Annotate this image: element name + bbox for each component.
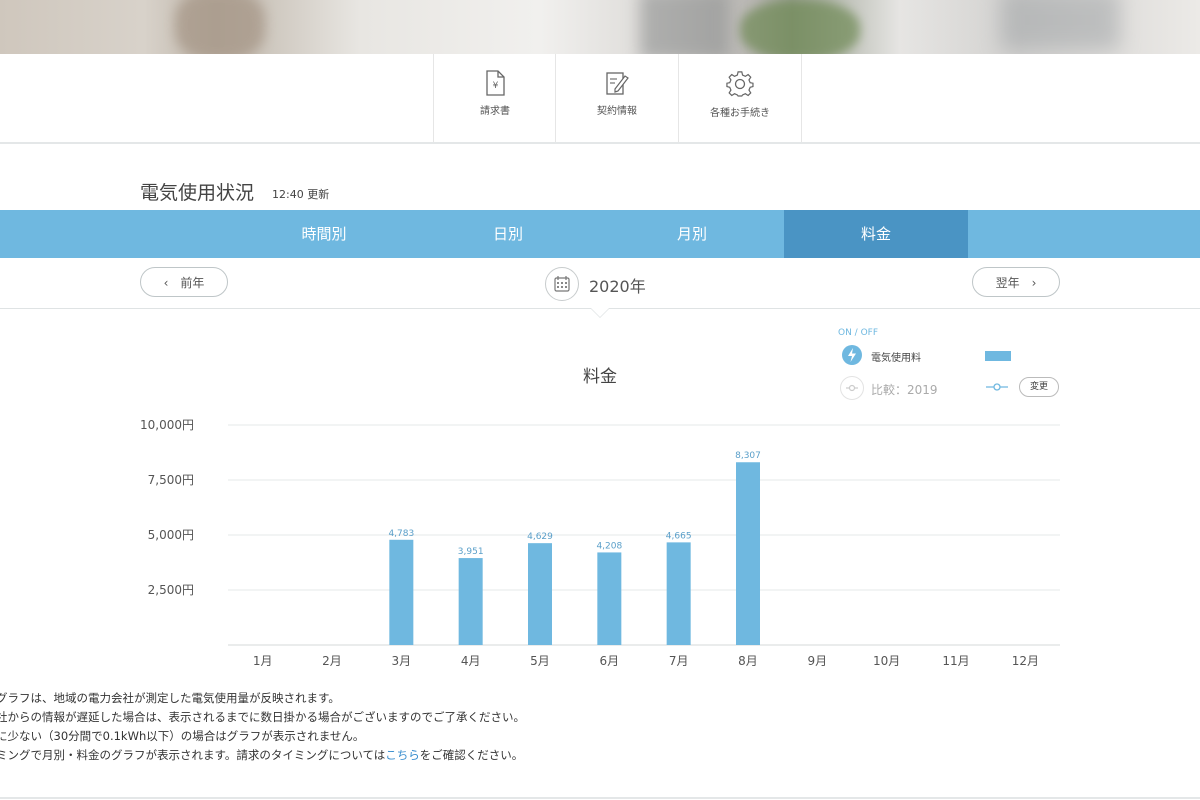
- menu-item-invoice[interactable]: ¥ 請求書: [433, 54, 556, 142]
- billing-timing-link[interactable]: こちら: [385, 748, 420, 762]
- note-line: に少ない（30分間で0.1kWh以下）の場合はグラフが表示されません。: [0, 729, 365, 743]
- x-tick-label: 6月: [600, 654, 620, 668]
- contract-edit-icon: [606, 72, 629, 95]
- bar: [458, 558, 483, 645]
- yen-document-icon: ¥: [486, 70, 505, 96]
- tab-hourly[interactable]: 時間別: [232, 210, 416, 258]
- x-tick-label: 10月: [873, 654, 900, 668]
- menu-item-procedures[interactable]: 各種お手続き: [678, 54, 802, 142]
- svg-text:¥: ¥: [493, 81, 499, 91]
- bar: [528, 543, 552, 645]
- tab-bar: 時間別 日別 月別 料金: [0, 210, 1200, 258]
- y-tick-label: 10,000円: [140, 418, 194, 432]
- menu-item-contract[interactable]: 契約情報: [555, 54, 678, 142]
- prev-year-label: 前年: [180, 276, 205, 290]
- data-label: 4,783: [388, 529, 414, 539]
- data-label: 3,951: [458, 547, 484, 557]
- x-tick-label: 11月: [942, 654, 969, 668]
- data-label: 4,208: [596, 541, 622, 551]
- charges-bar-chart: 10,000円 7,500円 5,000円 2,500円 1月 2月 3月 4,783 4月 3,…: [140, 418, 1060, 668]
- x-tick-label: 1月: [253, 654, 273, 668]
- data-label: 4,629: [527, 532, 553, 542]
- gear-icon: [726, 71, 754, 97]
- notes: グラフは、地域の電力会社が測定した電気使用量が反映されます。 社からの情報が遅延…: [0, 689, 525, 765]
- data-label: 8,307: [735, 451, 761, 461]
- x-tick-label: 3月: [392, 654, 412, 668]
- bar: [736, 462, 760, 645]
- chevron-right-icon: ›: [1031, 276, 1037, 290]
- update-time: 12:40 更新: [272, 188, 330, 201]
- y-tick-label: 2,500円: [148, 583, 194, 597]
- tab-monthly[interactable]: 月別: [600, 210, 784, 258]
- x-tick-label: 8月: [738, 654, 758, 668]
- onoff-label: ON / OFF: [838, 328, 879, 338]
- note-line: ミングで月別・料金のグラフが表示されます。請求のタイミングについてはこちらをご確…: [0, 748, 524, 762]
- menu-item-procedures-label: 各種お手続き: [710, 108, 770, 119]
- bottom-divider: [0, 797, 1200, 799]
- current-year: 2020年: [589, 277, 646, 296]
- calendar-button[interactable]: [545, 267, 579, 301]
- calendar-icon: [554, 276, 570, 292]
- x-tick-label: 4月: [461, 654, 481, 668]
- bar: [389, 539, 414, 645]
- x-tick-label: 12月: [1012, 654, 1039, 668]
- data-label: 4,665: [666, 531, 692, 541]
- bar: [597, 552, 622, 645]
- next-year-button[interactable]: 翌年 ›: [972, 267, 1060, 297]
- menu-item-contract-label: 契約情報: [597, 106, 637, 117]
- page-title: 電気使用状況: [140, 182, 255, 204]
- next-year-label: 翌年: [995, 276, 1020, 290]
- prev-year-button[interactable]: ‹ 前年: [140, 267, 228, 297]
- x-tick-label: 9月: [808, 654, 828, 668]
- y-tick-label: 5,000円: [148, 528, 194, 542]
- chevron-left-icon: ‹: [163, 276, 169, 290]
- tab-charges[interactable]: 料金: [784, 210, 968, 258]
- bar: [666, 542, 691, 645]
- x-tick-label: 5月: [530, 654, 550, 668]
- y-tick-label: 7,500円: [148, 473, 194, 487]
- x-tick-label: 2月: [322, 654, 342, 668]
- x-tick-label: 7月: [669, 654, 689, 668]
- tab-daily[interactable]: 日別: [416, 210, 600, 258]
- note-line: グラフは、地域の電力会社が測定した電気使用量が反映されます。: [0, 691, 340, 705]
- top-icon-menu: ¥ 請求書 契約情報 各種お手続き: [0, 54, 1200, 144]
- hero-image: [0, 0, 1200, 54]
- note-line: 社からの情報が遅延した場合は、表示されるまでに数日掛かる場合がございますのでご了…: [0, 710, 525, 724]
- menu-item-invoice-label: 請求書: [480, 106, 510, 117]
